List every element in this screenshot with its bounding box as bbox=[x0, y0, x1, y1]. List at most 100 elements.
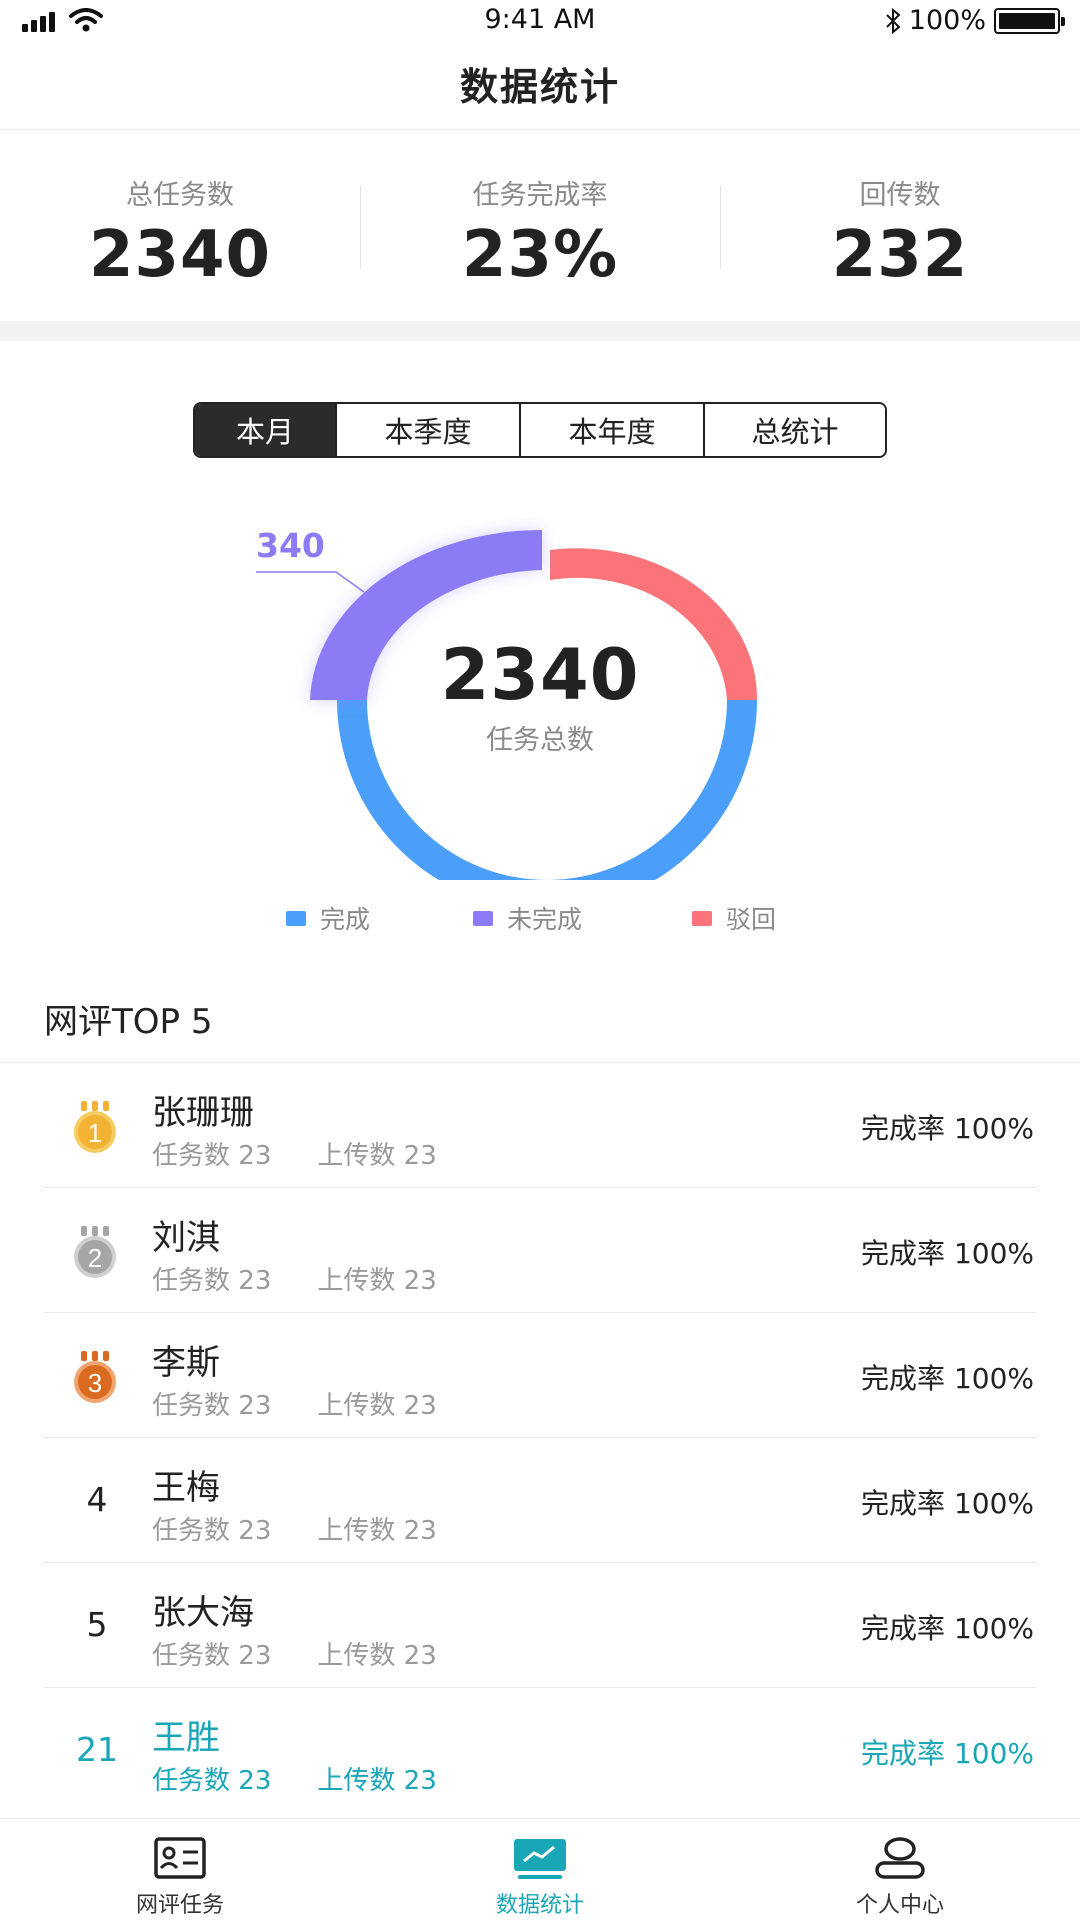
uploads-count: 23 bbox=[403, 1141, 437, 1171]
uploads-label: 上传数 bbox=[317, 1141, 396, 1171]
summary-stats: 总任务数 2340 任务完成率 23% 回传数 232 bbox=[0, 131, 1080, 321]
legend-item-complete: 完成 bbox=[286, 900, 370, 936]
tasks-count: 23 bbox=[238, 1641, 272, 1671]
gold-medal-icon: 1 bbox=[74, 1101, 116, 1153]
stat-return-count: 回传数 232 bbox=[720, 131, 1080, 321]
rate-label: 完成率 bbox=[861, 1737, 946, 1770]
tasks-label: 任务数 bbox=[152, 1266, 231, 1296]
member-name: 李斯 bbox=[152, 1343, 220, 1383]
legend-label: 未完成 bbox=[507, 905, 583, 934]
member-name: 王梅 bbox=[152, 1468, 220, 1508]
svg-text:2: 2 bbox=[88, 1243, 102, 1273]
ranking-list: 1 张珊珊 任务数 23 上传数 23 完成率 100% 2 刘淇 任务数 23… bbox=[0, 1063, 1080, 1813]
stat-label: 回传数 bbox=[859, 180, 941, 211]
page-title: 数据统计 bbox=[459, 65, 620, 109]
tabbar-item-profile[interactable]: 个人中心 bbox=[720, 1819, 1080, 1920]
battery-percent: 100% bbox=[908, 5, 986, 36]
svg-text:1: 1 bbox=[88, 1118, 102, 1148]
rate-value: 100% bbox=[953, 1112, 1034, 1145]
stat-label: 总任务数 bbox=[126, 180, 234, 211]
section-divider bbox=[0, 321, 1080, 341]
tab-total[interactable]: 总统计 bbox=[703, 404, 885, 456]
top5-title: 网评TOP 5 bbox=[44, 1002, 213, 1042]
tabbar-label: 个人中心 bbox=[855, 1893, 944, 1918]
tabbar-item-tasks[interactable]: 网评任务 bbox=[0, 1819, 360, 1920]
tabbar-label: 网评任务 bbox=[135, 1893, 224, 1918]
rate-label: 完成率 bbox=[861, 1612, 946, 1645]
tasks-count: 23 bbox=[238, 1391, 272, 1421]
donut-chart: 340 2340 任务总数 bbox=[0, 500, 1080, 910]
tasks-count: 23 bbox=[238, 1516, 272, 1546]
callout-value: 340 bbox=[256, 526, 325, 565]
tab-this-quarter[interactable]: 本季度 bbox=[335, 404, 519, 456]
rate-value: 100% bbox=[953, 1737, 1034, 1770]
legend-swatch bbox=[286, 910, 306, 926]
donut-center-label: 任务总数 bbox=[486, 725, 594, 756]
uploads-count: 23 bbox=[403, 1391, 437, 1421]
member-name: 张大海 bbox=[152, 1593, 254, 1633]
rate-value: 100% bbox=[953, 1237, 1034, 1270]
uploads-label: 上传数 bbox=[317, 1266, 396, 1296]
chart-icon bbox=[514, 1839, 566, 1879]
rank-number: 21 bbox=[76, 1730, 118, 1769]
tasks-count: 23 bbox=[238, 1266, 272, 1296]
tab-this-year[interactable]: 本年度 bbox=[519, 404, 703, 456]
member-name: 刘淇 bbox=[152, 1218, 220, 1258]
tab-this-month[interactable]: 本月 bbox=[195, 404, 335, 456]
tasks-label: 任务数 bbox=[152, 1766, 231, 1796]
rate-value: 100% bbox=[953, 1487, 1034, 1520]
rate-value: 100% bbox=[953, 1362, 1034, 1395]
user-icon bbox=[875, 1837, 925, 1879]
legend-item-rejected: 驳回 bbox=[692, 900, 776, 936]
rate-value: 100% bbox=[953, 1612, 1034, 1645]
rate-label: 完成率 bbox=[861, 1487, 946, 1520]
donut-center-value: 2340 bbox=[440, 634, 640, 716]
member-name: 张珊珊 bbox=[152, 1093, 254, 1133]
stat-value: 2340 bbox=[88, 218, 272, 292]
ranking-row-self[interactable]: 21 王胜 任务数 23 上传数 23 完成率 100% bbox=[0, 1688, 1080, 1813]
ranking-row[interactable]: 2 刘淇 任务数 23 上传数 23 完成率 100% bbox=[0, 1188, 1080, 1313]
period-tabs: 本月 本季度 本年度 总统计 bbox=[193, 402, 887, 458]
app-root: 9:41 AM 100% 数据统计 总任务数 2340 任务完成率 23% 回传… bbox=[0, 0, 1080, 1920]
rate-label: 完成率 bbox=[861, 1112, 946, 1145]
stat-total-tasks: 总任务数 2340 bbox=[0, 131, 360, 321]
tasks-label: 任务数 bbox=[152, 1641, 231, 1671]
member-name: 王胜 bbox=[152, 1718, 220, 1758]
callout-line bbox=[256, 571, 365, 593]
rate-label: 完成率 bbox=[861, 1362, 946, 1395]
ranking-row[interactable]: 3 李斯 任务数 23 上传数 23 完成率 100% bbox=[0, 1313, 1080, 1438]
bluetooth-icon bbox=[886, 7, 901, 34]
ranking-row[interactable]: 4 王梅 任务数 23 上传数 23 完成率 100% bbox=[0, 1438, 1080, 1563]
bottom-tab-bar: 网评任务 数据统计 个人中心 bbox=[0, 1818, 1080, 1920]
uploads-label: 上传数 bbox=[317, 1516, 396, 1546]
battery-icon bbox=[994, 7, 1065, 34]
tasks-count: 23 bbox=[238, 1766, 272, 1796]
status-bar: 9:41 AM 100% bbox=[0, 0, 1080, 44]
rate-label: 完成率 bbox=[861, 1237, 946, 1270]
svg-text:3: 3 bbox=[88, 1368, 102, 1398]
tabbar-label: 数据统计 bbox=[495, 1893, 584, 1918]
nav-bar: 数据统计 bbox=[0, 44, 1080, 130]
uploads-label: 上传数 bbox=[317, 1766, 396, 1796]
silver-medal-icon: 2 bbox=[74, 1226, 116, 1278]
stat-label: 任务完成率 bbox=[472, 180, 608, 211]
legend-swatch bbox=[473, 910, 493, 926]
rank-number: 5 bbox=[86, 1605, 108, 1644]
uploads-count: 23 bbox=[403, 1641, 437, 1671]
uploads-label: 上传数 bbox=[317, 1391, 396, 1421]
ranking-row[interactable]: 1 张珊珊 任务数 23 上传数 23 完成率 100% bbox=[0, 1063, 1080, 1188]
stat-completion-rate: 任务完成率 23% bbox=[360, 131, 720, 321]
task-card-icon bbox=[154, 1837, 206, 1879]
stat-value: 232 bbox=[831, 218, 969, 292]
chart-legend: 完成 未完成 驳回 bbox=[0, 900, 1080, 936]
legend-label: 完成 bbox=[320, 905, 371, 934]
uploads-count: 23 bbox=[403, 1266, 437, 1296]
uploads-count: 23 bbox=[403, 1766, 437, 1796]
ranking-row[interactable]: 5 张大海 任务数 23 上传数 23 完成率 100% bbox=[0, 1563, 1080, 1688]
rank-number: 4 bbox=[86, 1480, 108, 1519]
bronze-medal-icon: 3 bbox=[74, 1351, 116, 1403]
tabbar-item-stats[interactable]: 数据统计 bbox=[360, 1819, 720, 1920]
uploads-count: 23 bbox=[403, 1516, 437, 1546]
tasks-label: 任务数 bbox=[152, 1391, 231, 1421]
stat-value: 23% bbox=[461, 218, 619, 292]
